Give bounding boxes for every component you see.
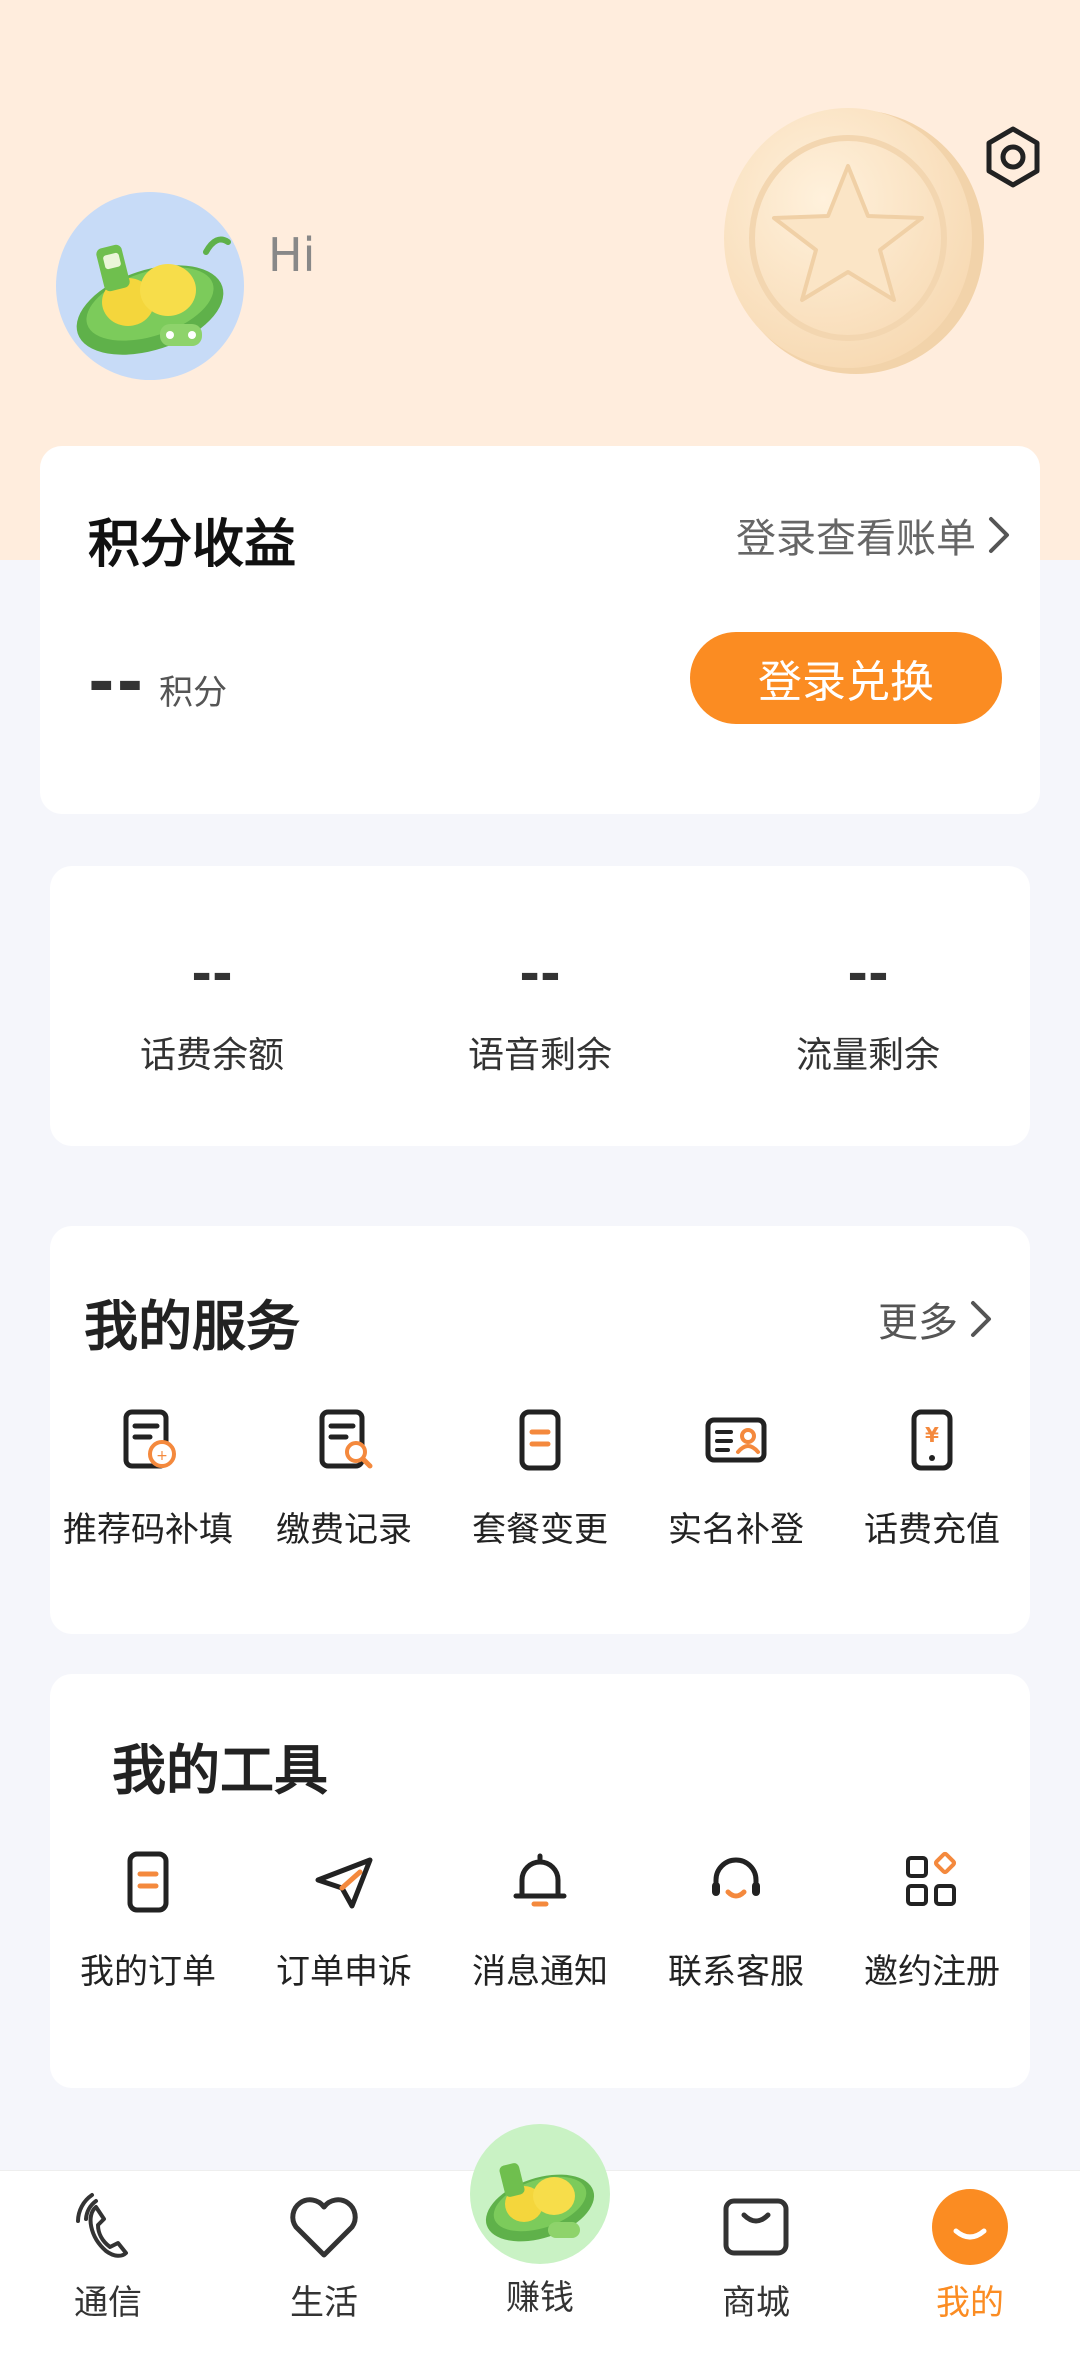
more-label: 更多 bbox=[878, 1300, 958, 1346]
stat-value: -- bbox=[847, 945, 889, 1003]
nav-item-mall[interactable]: 商城 bbox=[666, 2171, 846, 2354]
service-plan-change[interactable]: 套餐变更 bbox=[442, 1408, 638, 1551]
view-bill-link[interactable]: 登录查看账单 bbox=[736, 506, 1010, 564]
stat-value: -- bbox=[519, 945, 561, 1003]
nav-label: 我的 bbox=[936, 2283, 1004, 2323]
points-title: 积分收益 bbox=[88, 515, 297, 575]
star-coin-icon bbox=[724, 108, 984, 374]
tool-label: 消息通知 bbox=[472, 1952, 608, 1992]
services-card: 我的服务 更多 + 推荐码补填 缴费记录 套餐变更 实名补登 ¥ 话费充值 bbox=[50, 1226, 1030, 1634]
nav-label: 生活 bbox=[290, 2283, 358, 2323]
points-number: -- bbox=[88, 646, 146, 720]
tool-label: 联系客服 bbox=[668, 1952, 804, 1992]
service-label: 推荐码补填 bbox=[63, 1510, 233, 1550]
nav-item-communication[interactable]: 通信 bbox=[18, 2171, 198, 2354]
shopping-bag-icon bbox=[723, 2198, 789, 2256]
tool-label: 订单申诉 bbox=[276, 1952, 412, 1992]
tool-my-orders[interactable]: 我的订单 bbox=[50, 1850, 246, 1993]
stat-data-remaining[interactable]: -- 流量剩余 bbox=[718, 944, 1018, 1078]
tool-notifications[interactable]: 消息通知 bbox=[442, 1850, 638, 1993]
service-label: 缴费记录 bbox=[276, 1510, 412, 1550]
svg-text:+: + bbox=[156, 1448, 168, 1464]
points-unit: 积分 bbox=[159, 673, 228, 713]
tools-title: 我的工具 bbox=[112, 1739, 328, 1802]
tools-card: 我的工具 我的订单 订单申诉 消息通知 联系客服 邀约注册 bbox=[50, 1674, 1030, 2088]
payment-record-icon bbox=[319, 1409, 373, 1469]
stat-value: -- bbox=[191, 945, 233, 1003]
service-recharge[interactable]: ¥ 话费充值 bbox=[834, 1408, 1030, 1551]
phone-icon bbox=[76, 2193, 128, 2258]
avatar[interactable] bbox=[56, 192, 244, 380]
chevron-right-icon bbox=[971, 1301, 991, 1337]
service-label: 套餐变更 bbox=[472, 1510, 608, 1550]
greeting-text: Hi bbox=[268, 228, 316, 282]
nav-item-earn[interactable] bbox=[470, 2124, 610, 2264]
paper-plane-icon bbox=[315, 1857, 373, 1909]
referral-doc-icon: + bbox=[123, 1409, 176, 1469]
view-bill-label: 登录查看账单 bbox=[736, 516, 976, 562]
tool-invite-register[interactable]: 邀约注册 bbox=[834, 1850, 1030, 1993]
login-redeem-button[interactable]: 登录兑换 bbox=[690, 632, 1002, 724]
service-realname[interactable]: 实名补登 bbox=[638, 1408, 834, 1551]
stat-label: 话费余额 bbox=[139, 1035, 284, 1076]
points-card: 积分收益 登录查看账单 -- 积分 登录兑换 bbox=[40, 446, 1040, 814]
service-payment-records[interactable]: 缴费记录 bbox=[246, 1408, 442, 1551]
tool-label: 邀约注册 bbox=[864, 1952, 1000, 1992]
svg-text:¥: ¥ bbox=[925, 1423, 939, 1447]
points-value: -- 积分 bbox=[88, 646, 227, 720]
nav-label-earn: 赚钱 bbox=[506, 2278, 574, 2318]
heart-icon bbox=[290, 2197, 358, 2258]
stat-voice-remaining[interactable]: -- 语音剩余 bbox=[390, 944, 690, 1078]
settings-button[interactable] bbox=[976, 120, 1050, 194]
nav-label: 商城 bbox=[722, 2283, 790, 2323]
service-label: 话费充值 bbox=[864, 1510, 1000, 1550]
settings-hexagon-icon bbox=[986, 126, 1040, 188]
services-more-link[interactable]: 更多 bbox=[878, 1290, 992, 1348]
smile-icon bbox=[932, 2189, 1008, 2265]
plan-change-icon bbox=[519, 1409, 561, 1471]
chevron-right-icon bbox=[989, 517, 1009, 553]
nav-item-mine[interactable]: 我的 bbox=[880, 2171, 1060, 2354]
nav-item-life[interactable]: 生活 bbox=[234, 2171, 414, 2354]
headset-icon bbox=[712, 1857, 760, 1899]
balance-card: -- 话费余额 -- 语音剩余 -- 流量剩余 bbox=[50, 866, 1030, 1146]
service-referral-code[interactable]: + 推荐码补填 bbox=[50, 1408, 246, 1551]
order-icon bbox=[127, 1851, 169, 1913]
service-label: 实名补登 bbox=[668, 1510, 804, 1550]
tool-customer-service[interactable]: 联系客服 bbox=[638, 1850, 834, 1993]
stat-label: 语音剩余 bbox=[467, 1035, 612, 1076]
pea-pod-mascot-icon bbox=[76, 236, 231, 355]
tool-order-appeal[interactable]: 订单申诉 bbox=[246, 1850, 442, 1993]
tool-label: 我的订单 bbox=[80, 1952, 216, 1992]
phone-recharge-icon: ¥ bbox=[911, 1409, 953, 1471]
nav-label: 通信 bbox=[74, 2283, 142, 2323]
id-card-icon bbox=[705, 1417, 767, 1463]
stat-label: 流量剩余 bbox=[795, 1035, 940, 1076]
bell-icon bbox=[513, 1853, 567, 1907]
pea-pod-mascot-icon bbox=[485, 2163, 595, 2242]
stat-phone-balance[interactable]: -- 话费余额 bbox=[62, 944, 362, 1078]
apps-grid-icon bbox=[906, 1851, 957, 1906]
services-title: 我的服务 bbox=[84, 1295, 300, 1358]
